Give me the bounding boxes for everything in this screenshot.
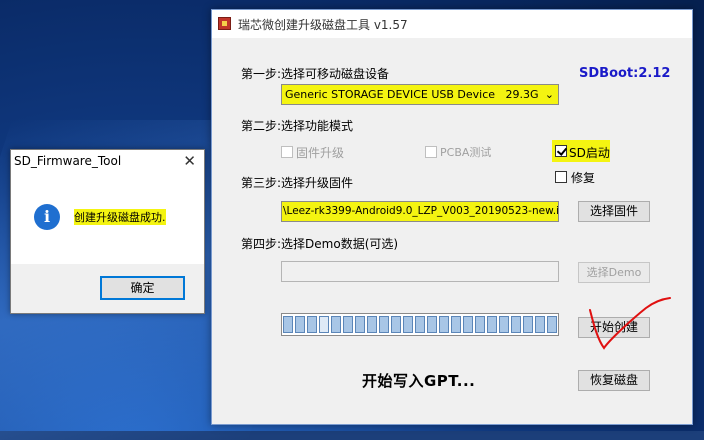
progress-segment [547,316,557,333]
progress-segment [307,316,317,333]
progress-segment [403,316,413,333]
progress-segment [367,316,377,333]
sd-boot-checkbox[interactable] [555,145,567,157]
title-bar: 瑞芯微创建升级磁盘工具 v1.57 [212,10,692,38]
chevron-down-icon: ⌄ [544,88,554,101]
restore-disk-button[interactable]: 恢复磁盘 [578,370,650,391]
step3-label: 第三步:选择升级固件 [241,176,354,190]
step4-label: 第四步:选择Demo数据(可选) [241,237,399,251]
progress-segment [535,316,545,333]
pcba-test-label: PCBA测试 [440,146,492,159]
progress-bar [281,313,559,336]
info-icon: i [34,204,60,230]
sd-boot-label: SD启动 [569,146,610,160]
firmware-upgrade-label: 固件升级 [296,146,345,160]
progress-segment [487,316,497,333]
progress-segment [427,316,437,333]
progress-segment [331,316,341,333]
sdboot-version: SDBoot:2.12 [579,66,671,81]
progress-segment [439,316,449,333]
repair-label: 修复 [571,171,596,185]
progress-segment [355,316,365,333]
firmware-path-field[interactable]: \Leez-rk3399-Android9.0_LZP_V003_2019052… [281,201,559,222]
dialog-body: i 创建升级磁盘成功. [11,174,204,264]
progress-segment [475,316,485,333]
dialog-title: SD_Firmware_Tool [14,154,122,168]
progress-segment [283,316,293,333]
progress-segment [451,316,461,333]
upgrade-disk-tool-window: 瑞芯微创建升级磁盘工具 v1.57 第一步:选择可移动磁盘设备 SDBoot:2… [211,9,693,425]
device-select[interactable]: Generic STORAGE DEVICE USB Device 29.3G … [281,84,559,105]
success-dialog: SD_Firmware_Tool ✕ i 创建升级磁盘成功. 确定 [10,149,205,314]
progress-segment [463,316,473,333]
red-checkmark-annotation [589,297,671,350]
progress-segment [343,316,353,333]
progress-segment [415,316,425,333]
step1-label: 第一步:选择可移动磁盘设备 [241,67,390,81]
select-demo-button[interactable]: 选择Demo [578,262,650,283]
repair-checkbox[interactable] [555,171,567,183]
close-icon[interactable]: ✕ [183,152,196,170]
demo-path-field[interactable] [281,261,559,282]
ok-button[interactable]: 确定 [100,276,185,300]
firmware-upgrade-checkbox[interactable] [281,146,293,158]
progress-segment [391,316,401,333]
dialog-title-bar: SD_Firmware_Tool ✕ [11,150,204,174]
dialog-message: 创建升级磁盘成功. [74,209,166,225]
progress-segment [379,316,389,333]
status-text: 开始写入GPT... [362,372,476,390]
progress-segment [511,316,521,333]
progress-segment [319,316,329,333]
device-select-value: Generic STORAGE DEVICE USB Device 29.3G [285,88,539,101]
progress-segment [523,316,533,333]
progress-segment [499,316,509,333]
step2-label: 第二步:选择功能模式 [241,119,354,133]
window-title: 瑞芯微创建升级磁盘工具 v1.57 [238,18,408,32]
progress-segment [295,316,305,333]
app-icon [218,17,231,30]
pcba-test-checkbox[interactable] [425,146,437,158]
select-firmware-button[interactable]: 选择固件 [578,201,650,222]
